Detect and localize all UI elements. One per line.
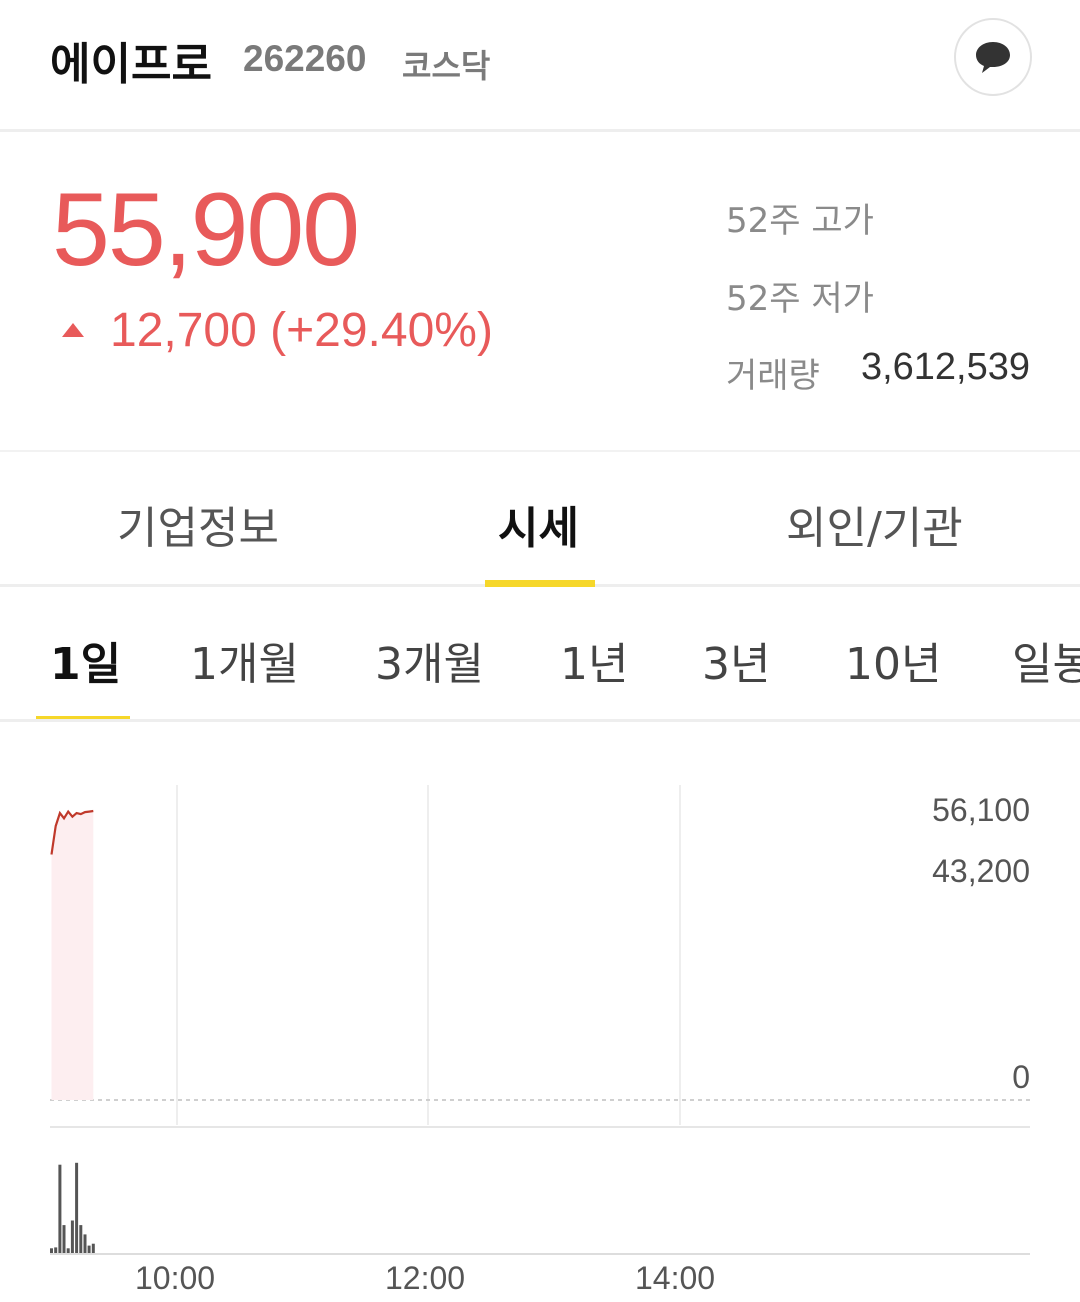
tab-quote[interactable]: 시세 xyxy=(498,492,579,556)
volume-value: 3,612,539 xyxy=(860,346,1030,388)
low52-label: 52주 저가 xyxy=(726,279,874,319)
market-name: 코스닥 xyxy=(402,47,491,85)
volume-bar xyxy=(79,1225,83,1253)
period-daily-candle[interactable]: 일봉 xyxy=(1012,628,1080,692)
x-tick-label: 12:00 xyxy=(385,1260,466,1296)
active-tab-indicator xyxy=(485,580,595,587)
tab-foreign-institution[interactable]: 외인/기관 xyxy=(786,492,963,556)
y-tick-label: 0 xyxy=(1012,1059,1030,1095)
period-3m[interactable]: 3개월 xyxy=(375,628,484,692)
period-1m[interactable]: 1개월 xyxy=(190,628,299,692)
period-1y[interactable]: 1년 xyxy=(560,628,628,692)
volume-bar xyxy=(91,1243,95,1253)
current-price: 55,900 xyxy=(52,172,360,288)
price-area xyxy=(51,811,94,1100)
price-summary: 55,900 12,700 (+29.40%) 52주 고가 52주 저가 거래… xyxy=(0,135,1080,450)
volume-bar xyxy=(87,1245,91,1253)
period-selector: 1일 1개월 3개월 1년 3년 10년 일봉 xyxy=(0,590,1080,722)
volume-bar xyxy=(54,1247,58,1253)
main-tabs: 기업정보 시세 외인/기관 xyxy=(0,452,1080,587)
volume-bar xyxy=(62,1225,66,1253)
stock-name: 에이프로 xyxy=(50,39,212,90)
volume-bar xyxy=(66,1248,70,1253)
high52-label: 52주 고가 xyxy=(726,201,874,241)
y-tick-label: 56,100 xyxy=(932,792,1030,828)
y-tick-label: 43,200 xyxy=(932,853,1030,889)
stock-header: 에이프로 262260 코스닥 xyxy=(0,0,1080,132)
price-line xyxy=(50,809,94,855)
x-tick-label: 10:00 xyxy=(135,1260,216,1296)
volume-bar xyxy=(58,1164,62,1253)
volume-bar xyxy=(70,1220,74,1253)
active-period-indicator xyxy=(36,716,130,719)
price-change-row: 12,700 (+29.40%) xyxy=(62,300,493,360)
chat-bubble-icon xyxy=(976,42,1010,73)
period-10y[interactable]: 10년 xyxy=(845,628,941,692)
volume-bar xyxy=(50,1248,53,1253)
stock-code: 262260 xyxy=(243,38,367,79)
x-tick-label: 14:00 xyxy=(635,1260,716,1296)
chat-button[interactable] xyxy=(954,18,1032,96)
period-1d[interactable]: 1일 xyxy=(50,628,121,692)
volume-bar xyxy=(83,1234,87,1253)
volume-bar xyxy=(75,1162,79,1253)
price-change: 12,700 (+29.40%) xyxy=(110,303,493,357)
volume-label: 거래량 xyxy=(726,356,820,396)
tab-company-info[interactable]: 기업정보 xyxy=(117,492,279,556)
period-3y[interactable]: 3년 xyxy=(702,628,770,692)
arrow-up-icon xyxy=(62,323,84,337)
